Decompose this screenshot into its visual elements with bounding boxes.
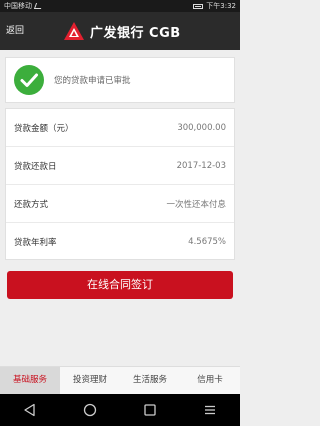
tab-investment[interactable]: 投资理财 <box>60 367 120 394</box>
back-icon[interactable] <box>23 403 37 417</box>
signal-icon <box>33 3 44 9</box>
interest-rate-label: 贷款年利率 <box>14 238 57 248</box>
bank-name: 广发银行 CGB <box>90 25 181 41</box>
recent-apps-icon[interactable] <box>143 403 157 417</box>
clock-label: 下午3:32 <box>206 2 236 10</box>
approval-status-card: 您的贷款申请已审批 <box>5 57 235 103</box>
carrier-label: 中国移动 <box>4 2 32 10</box>
header-brand: 广发银行 CGB <box>64 12 181 50</box>
tab-credit-card[interactable]: 信用卡 <box>180 367 240 394</box>
interest-rate-value: 4.5675% <box>188 237 226 247</box>
battery-icon <box>193 3 204 9</box>
repayment-method-row: 还款方式 一次性还本付息 <box>6 185 234 223</box>
cgb-logo-icon <box>64 22 84 40</box>
back-button[interactable]: 返回 <box>6 12 24 50</box>
check-icon <box>14 65 44 95</box>
status-bar: 中国移动 下午3:32 <box>0 0 240 12</box>
menu-icon[interactable] <box>203 403 217 417</box>
repayment-date-value: 2017-12-03 <box>176 160 226 171</box>
app-header: 返回 广发银行 CGB <box>0 12 240 50</box>
tab-life-services[interactable]: 生活服务 <box>120 367 180 394</box>
status-right: 下午3:32 <box>193 1 236 11</box>
status-left: 中国移动 <box>4 1 44 11</box>
sign-contract-button[interactable]: 在线合同签订 <box>7 271 233 299</box>
repayment-date-row: 贷款还款日 2017-12-03 <box>6 147 234 185</box>
repayment-date-label: 贷款还款日 <box>14 161 57 172</box>
interest-rate-row: 贷款年利率 4.5675% <box>6 223 234 261</box>
loan-info-panel: 贷款金额（元） 300,000.00 贷款还款日 2017-12-03 还款方式… <box>5 108 235 260</box>
repayment-method-label: 还款方式 <box>14 199 49 210</box>
bottom-tab-bar: 基础服务 投资理财 生活服务 信用卡 <box>0 366 240 394</box>
loan-amount-row: 贷款金额（元） 300,000.00 <box>6 109 234 147</box>
loan-amount-label: 贷款金额（元） <box>14 123 74 134</box>
tab-basic-services[interactable]: 基础服务 <box>0 367 60 394</box>
loan-amount-value: 300,000.00 <box>177 122 226 133</box>
approval-message: 您的贷款申请已审批 <box>54 76 131 86</box>
repayment-method-value: 一次性还本付息 <box>166 199 226 210</box>
system-nav-bar <box>0 394 240 426</box>
home-icon[interactable] <box>83 403 97 417</box>
